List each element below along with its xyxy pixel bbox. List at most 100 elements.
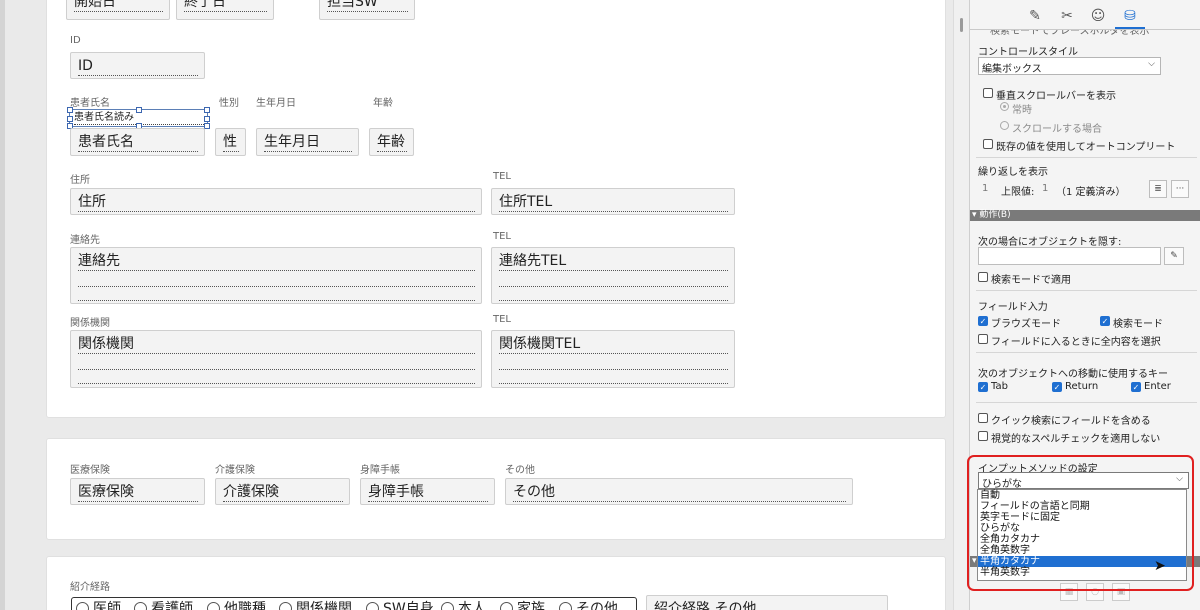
gender-field[interactable]: 性 [215, 128, 246, 156]
insurance-other-field[interactable]: その他 [505, 478, 853, 505]
birth-label: 生年月日 [256, 98, 296, 109]
id-text: ID [78, 58, 198, 76]
age-label: 年齢 [373, 98, 393, 109]
scroll-thumb[interactable] [960, 18, 963, 32]
age-text: 年齢 [377, 134, 407, 152]
patient-name-field[interactable]: 患者氏名 [70, 128, 205, 156]
behavior-section-header[interactable]: ▾ 動作(B) [970, 210, 1200, 221]
resize-handle[interactable] [67, 116, 73, 122]
contact-tel-label: TEL [493, 231, 511, 242]
referral-option-self[interactable]: 本人 [441, 598, 486, 610]
browse-mode-label: ブラウズモード [991, 319, 1061, 330]
disability-field[interactable]: 身障手帳 [360, 478, 495, 505]
list-icon[interactable]: ≣ [1149, 180, 1167, 198]
resize-handle[interactable] [136, 107, 142, 113]
patient-name-text: 患者氏名 [78, 134, 198, 152]
upper-limit-value[interactable]: 1 [1042, 183, 1048, 194]
disability-label: 身障手帳 [360, 465, 400, 476]
dotted-line [78, 369, 475, 370]
divider [976, 352, 1197, 353]
referral-option-sw[interactable]: SW自身 [366, 598, 434, 610]
disability-text: 身障手帳 [368, 484, 488, 502]
care-insurance-field[interactable]: 介護保険 [215, 478, 350, 505]
select-all-label: フィールドに入るときに全内容を選択 [991, 337, 1161, 348]
age-field[interactable]: 年齢 [369, 128, 414, 156]
referral-other-field[interactable]: 紹介経路 その他 [646, 595, 888, 610]
agency-field[interactable]: 関係機関 [70, 330, 482, 388]
return-key-checkbox[interactable]: ✓ [1052, 382, 1062, 392]
contact-field[interactable]: 連絡先 [70, 247, 482, 304]
agency-text: 関係機関 [78, 336, 475, 354]
position-tab-icon[interactable]: ✎ [1025, 6, 1045, 26]
referral-label: 紹介経路 [70, 582, 110, 593]
control-style-dropdown[interactable]: 編集ボックス ⌵ [978, 57, 1161, 75]
address-tel-field[interactable]: 住所TEL [491, 188, 735, 215]
repeat-from-value[interactable]: 1 [982, 183, 988, 194]
birth-date-field[interactable]: 生年月日 [256, 128, 359, 156]
repeat-label: 繰り返しを表示 [978, 167, 1048, 178]
referral-option-other-staff[interactable]: 他職種 [207, 598, 266, 610]
appearance-tab-icon[interactable]: ☺ [1088, 6, 1108, 26]
always-radio[interactable] [1000, 102, 1009, 111]
autocomplete-checkbox[interactable] [983, 139, 993, 149]
option-label: その他 [576, 601, 618, 610]
referral-option-family[interactable]: 家族 [500, 598, 545, 610]
option-label: SW自身 [383, 601, 434, 610]
select-all-checkbox[interactable] [978, 334, 988, 344]
contact-tel-field[interactable]: 連絡先TEL [491, 247, 735, 304]
address-field[interactable]: 住所 [70, 188, 482, 215]
resize-handle[interactable] [67, 107, 73, 113]
dotted-line [78, 383, 475, 384]
enter-key-checkbox[interactable]: ✓ [1131, 382, 1141, 392]
edit-pencil-icon[interactable]: ✎ [1164, 247, 1184, 265]
end-date-text: 終了日 [184, 0, 267, 12]
behavior-header-label: 動作(B) [979, 210, 1011, 220]
when-scrolling-radio[interactable] [1000, 121, 1009, 130]
find-mode-label: 検索モード [1113, 319, 1163, 330]
divider [976, 402, 1197, 403]
resize-handle[interactable] [204, 107, 210, 113]
contact-text: 連絡先 [78, 253, 475, 271]
collapse-triangle-icon: ▾ [972, 210, 977, 220]
name-label: 患者氏名 [70, 98, 110, 109]
address-text: 住所 [78, 194, 475, 212]
id-field[interactable]: ID [70, 52, 205, 79]
tab-divider [970, 29, 1200, 30]
no-spellcheck-label: 視覚的なスペルチェックを適用しない [991, 434, 1161, 445]
referral-radio-group[interactable]: 医師 看護師 他職種 関係機関 SW自身 本人 家族 その他 [71, 597, 637, 610]
control-style-label: コントロールスタイル [978, 47, 1078, 58]
resize-handle[interactable] [204, 123, 210, 129]
styles-tab-icon[interactable]: ✂ [1057, 6, 1077, 26]
tab-key-checkbox[interactable]: ✓ [978, 382, 988, 392]
find-mode-checkbox[interactable]: ✓ [1100, 316, 1110, 326]
resize-handle[interactable] [204, 116, 210, 122]
dotted-line [499, 383, 728, 384]
end-date-field[interactable]: 終了日 [176, 0, 274, 20]
kana-field-selected[interactable]: 患者氏名読み [67, 107, 210, 129]
dotted-line [499, 286, 728, 287]
highlight-annotation [967, 455, 1194, 591]
apply-find-mode-checkbox[interactable] [978, 272, 988, 282]
quick-find-checkbox[interactable] [978, 413, 988, 423]
start-date-field[interactable]: 開始日 [66, 0, 170, 20]
sw-field[interactable]: 担当SW [319, 0, 415, 20]
dotted-line [499, 369, 728, 370]
hide-object-input[interactable] [978, 247, 1161, 265]
referral-option-other[interactable]: その他 [559, 598, 618, 610]
referral-option-nurse[interactable]: 看護師 [134, 598, 193, 610]
dotted-line [499, 300, 728, 301]
vertical-scrollbar-checkbox[interactable] [983, 88, 993, 98]
option-label: 医師 [93, 601, 121, 610]
agency-tel-text: 関係機関TEL [499, 336, 728, 354]
data-tab-icon[interactable]: ⛁ [1120, 6, 1140, 26]
referral-option-doctor[interactable]: 医師 [76, 598, 121, 610]
referral-option-agency[interactable]: 関係機関 [279, 598, 352, 610]
browse-mode-checkbox[interactable]: ✓ [978, 316, 988, 326]
insurance-other-text: その他 [513, 484, 846, 502]
no-spellcheck-checkbox[interactable] [978, 431, 988, 441]
agency-tel-field[interactable]: 関係機関TEL [491, 330, 735, 388]
dotted-line [78, 286, 475, 287]
more-icon[interactable]: ··· [1171, 180, 1189, 198]
medical-insurance-field[interactable]: 医療保険 [70, 478, 205, 505]
address-tel-label: TEL [493, 171, 511, 182]
